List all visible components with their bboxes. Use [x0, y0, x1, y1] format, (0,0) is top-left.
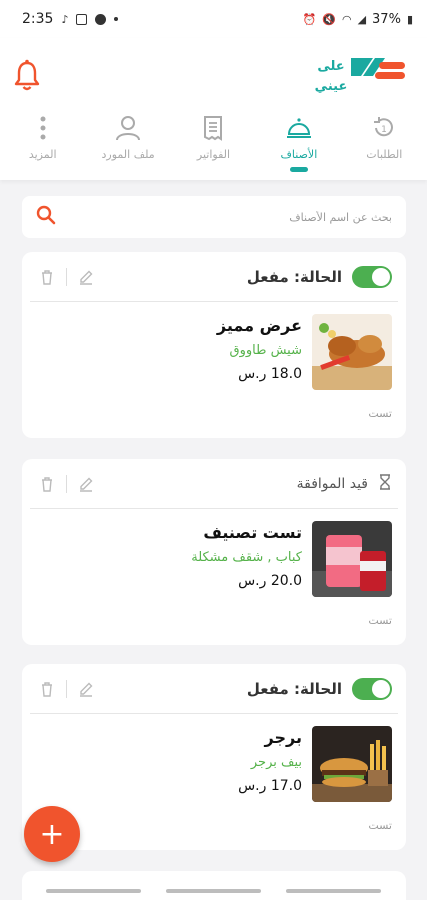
item-category: شيش طاووق — [229, 343, 302, 358]
more-icon — [40, 116, 46, 140]
item-card: الحالة: مفعل عرض مميز شيش طاووق 18.0 ر.س… — [22, 252, 406, 438]
plus-icon: + — [39, 816, 65, 852]
item-category: كباب , شقف مشكلة — [191, 550, 302, 565]
delete-icon[interactable] — [38, 475, 56, 493]
item-note: تست — [368, 407, 392, 420]
tab-invoices[interactable]: الفواتير — [171, 108, 256, 176]
main-nav: 1 الطلبات الأصناف الفواتير ملف المورد ال… — [0, 108, 427, 176]
divider — [66, 267, 67, 286]
edit-icon[interactable] — [77, 680, 95, 698]
tab-supplier-profile[interactable]: ملف المورد — [85, 108, 170, 176]
delete-icon[interactable] — [38, 268, 56, 286]
item-note: تست — [368, 819, 392, 832]
tab-items[interactable]: الأصناف — [256, 108, 341, 176]
hourglass-icon — [378, 473, 392, 494]
gallery-icon — [76, 13, 88, 25]
search-input[interactable] — [92, 210, 392, 224]
tab-invoices-label: الفواتير — [196, 148, 231, 161]
more-notifications-icon — [114, 17, 119, 21]
item-name: تست تصنيف — [203, 523, 302, 542]
cloche-icon — [286, 118, 311, 138]
tab-orders[interactable]: 1 الطلبات — [342, 108, 427, 176]
search-bar — [22, 196, 406, 238]
svg-text:على: على — [317, 59, 344, 74]
edit-icon[interactable] — [77, 268, 95, 286]
app-icon — [95, 13, 107, 25]
app-header: على عيني 1 الطلبات الأصناف الفواتير ملف … — [0, 38, 427, 180]
delete-icon[interactable] — [38, 680, 56, 698]
status-bar: 2:35 ♪ ⏰ 🔇 ◠ ◢ 37% ▮ — [0, 0, 427, 38]
item-card: قيد الموافقة تست تصنيف كباب , شقف مشكلة … — [22, 459, 406, 645]
item-card-partial — [22, 871, 406, 900]
item-image — [312, 521, 392, 597]
tab-orders-label: الطلبات — [366, 148, 403, 161]
add-item-button[interactable]: + — [24, 806, 80, 862]
invoice-icon — [204, 116, 223, 141]
item-price: 20.0 ر.س — [238, 573, 302, 589]
orders-icon: 1 — [374, 117, 394, 137]
status-toggle[interactable] — [352, 265, 392, 288]
status-label: الحالة: مفعل — [246, 679, 342, 698]
user-icon — [116, 116, 141, 141]
tab-more-label: المزيد — [28, 148, 57, 161]
battery-icon: ▮ — [406, 12, 413, 26]
brand-logo: على عيني — [311, 48, 407, 98]
bell-icon[interactable] — [12, 58, 42, 92]
item-name: عرض مميز — [216, 316, 302, 335]
svg-text:1: 1 — [381, 125, 387, 135]
status-toggle[interactable] — [352, 677, 392, 700]
battery-level: 37% — [372, 11, 401, 27]
status-time: 2:35 — [22, 11, 54, 27]
item-category: بيف برجر — [250, 755, 302, 770]
tab-items-label: الأصناف — [280, 148, 318, 161]
gesture-bar — [46, 889, 141, 893]
item-image — [312, 726, 392, 802]
tab-more[interactable]: المزيد — [0, 108, 85, 176]
divider — [66, 474, 67, 493]
status-label: الحالة: مفعل — [246, 267, 342, 286]
item-name: برجر — [264, 728, 302, 747]
item-image — [312, 314, 392, 390]
wifi-icon: ◠ — [341, 12, 352, 26]
mute-icon: 🔇 — [322, 12, 336, 26]
status-label: قيد الموافقة — [296, 475, 368, 492]
notification-icon: ♪ — [61, 12, 69, 26]
item-price: 18.0 ر.س — [238, 366, 302, 382]
item-card: الحالة: مفعل برجر بيف برجر 17.0 ر.س تست — [22, 664, 406, 850]
tab-supplier-profile-label: ملف المورد — [101, 148, 155, 161]
search-icon[interactable] — [36, 205, 56, 229]
gesture-bar — [286, 889, 381, 893]
alarm-icon: ⏰ — [302, 12, 317, 26]
active-tab-indicator — [289, 167, 308, 172]
gesture-bar — [166, 889, 261, 893]
signal-icon: ◢ — [357, 12, 367, 26]
svg-text:عيني: عيني — [315, 79, 348, 94]
item-price: 17.0 ر.س — [238, 778, 302, 794]
item-note: تست — [368, 614, 392, 627]
divider — [66, 679, 67, 698]
edit-icon[interactable] — [77, 475, 95, 493]
